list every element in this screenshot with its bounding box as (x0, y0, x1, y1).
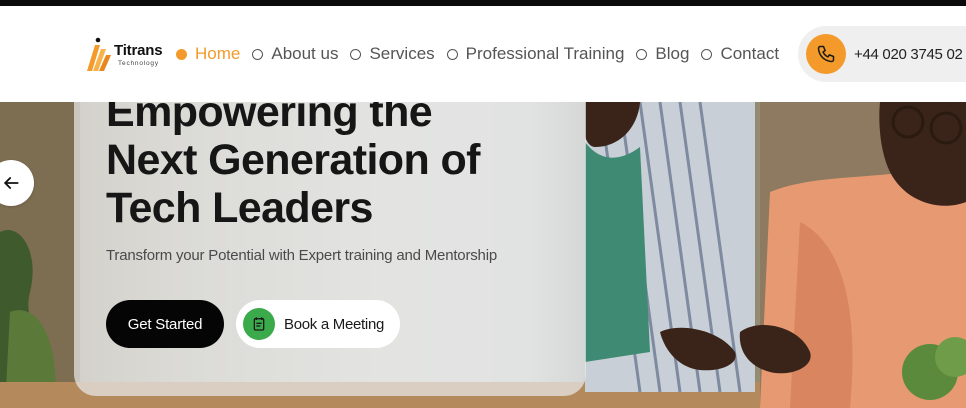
nav-dot-icon (350, 48, 362, 60)
hero-title: Empowering the Next Generation of Tech L… (106, 102, 576, 232)
brand-logo[interactable]: Titrans Technology (86, 36, 166, 74)
nav-label-blog: Blog (655, 44, 690, 63)
get-started-button[interactable]: Get Started (106, 300, 224, 348)
hero-subtitle: Transform your Potential with Expert tra… (106, 247, 497, 264)
nav-dot-icon (176, 48, 187, 60)
nav-item-professional-training[interactable]: Professional Training (446, 44, 625, 64)
nav-item-about[interactable]: About us (252, 44, 338, 64)
nav-label-contact: Contact (720, 44, 780, 63)
site-header: Titrans Technology Home About us Service… (0, 6, 966, 102)
book-meeting-label: Book a Meeting (284, 315, 385, 333)
brand-name: Titrans (114, 41, 163, 59)
nav-dot-icon (701, 48, 713, 60)
main-nav: Home About us Services Professional Trai… (176, 42, 791, 66)
phone-icon[interactable] (806, 34, 846, 74)
arrow-left-icon (4, 177, 19, 189)
nav-dot-icon (446, 48, 458, 60)
calendar-icon (243, 308, 275, 340)
hero-title-line-2: Next Generation of (106, 136, 480, 184)
brand-tagline: Technology (118, 59, 159, 67)
phone-number[interactable]: +44 020 3745 02 (854, 46, 963, 63)
nav-dot-icon (252, 48, 264, 60)
nav-label-professional-training: Professional Training (465, 44, 625, 63)
nav-label-home: Home (195, 44, 241, 63)
hero-title-line-1: Empowering the (106, 102, 433, 136)
nav-item-contact[interactable]: Contact (701, 44, 779, 64)
nav-label-services: Services (369, 44, 435, 63)
hero-title-line-3: Tech Leaders (106, 184, 373, 232)
titrans-logo-mark-icon (87, 37, 111, 71)
hero-section: Empowering the Next Generation of Tech L… (0, 102, 966, 408)
nav-dot-icon (636, 48, 648, 60)
nav-item-home[interactable]: Home (176, 44, 240, 64)
phone-contact[interactable]: +44 020 3745 02 (798, 26, 966, 82)
nav-item-services[interactable]: Services (350, 44, 435, 64)
nav-label-about: About us (271, 44, 339, 63)
nav-item-blog[interactable]: Blog (636, 44, 689, 64)
book-meeting-button[interactable]: Book a Meeting (236, 300, 400, 348)
